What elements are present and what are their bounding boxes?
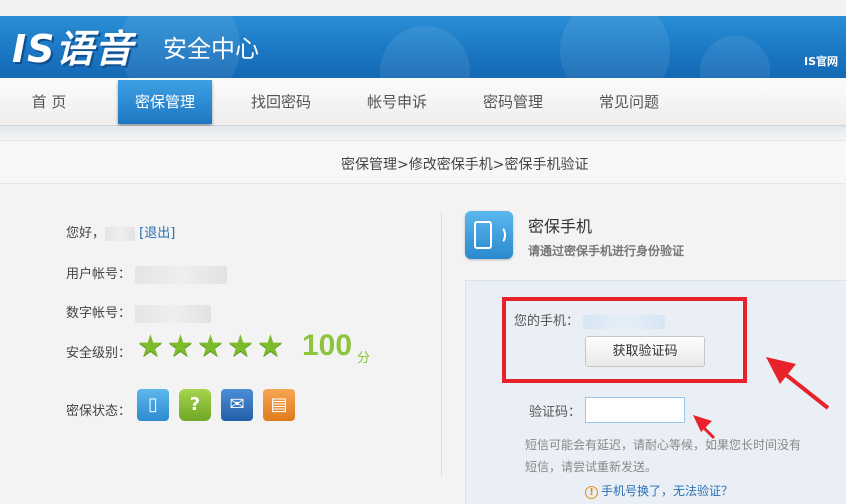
phone-icon[interactable]: ▯ bbox=[137, 389, 169, 421]
star-icon: ★ bbox=[137, 329, 164, 364]
main-nav: 首 页 密保管理 找回密码 帐号申诉 密码管理 常见问题 bbox=[0, 78, 846, 126]
question-icon[interactable]: ? bbox=[179, 389, 211, 421]
highlight-box bbox=[502, 297, 747, 383]
code-input[interactable] bbox=[585, 397, 685, 423]
warning-icon: ! bbox=[585, 486, 598, 499]
account-info-panel: 您好， [退出] 用户帐号： 数字帐号： 安全级别： ★ ★ ★ ★ ★ 100… bbox=[0, 185, 440, 504]
hint-line-1: 短信可能会有延迟，请耐心等候，如果您长时间没有 bbox=[525, 438, 802, 452]
greeting-row: 您好， [退出] bbox=[66, 222, 175, 241]
hint-line-2: 短信，请尝试重新发送。 bbox=[525, 460, 658, 474]
security-score-unit: 分 bbox=[357, 351, 371, 366]
top-strip bbox=[0, 0, 846, 16]
nav-home[interactable]: 首 页 bbox=[0, 78, 98, 126]
mobile-phone-icon bbox=[465, 211, 513, 259]
username-blurred bbox=[105, 226, 136, 241]
header-decoration bbox=[700, 36, 770, 78]
nav-account-appeal[interactable]: 帐号申诉 bbox=[350, 78, 444, 126]
star-icon: ★ bbox=[197, 329, 224, 364]
numeric-account-row: 数字帐号： bbox=[66, 302, 212, 323]
logo[interactable]: IS语音 bbox=[12, 18, 134, 73]
numeric-account-label: 数字帐号： bbox=[66, 306, 132, 321]
header: IS语音 安全中心 IS官网 bbox=[0, 16, 846, 78]
official-site-link[interactable]: IS官网 bbox=[804, 53, 838, 69]
star-icon: ★ bbox=[167, 329, 194, 364]
star-icon: ★ bbox=[257, 329, 284, 364]
mobile-title: 密保手机 bbox=[528, 217, 593, 236]
mail-icon[interactable]: ✉ bbox=[221, 389, 253, 421]
nav-password-management[interactable]: 密码管理 bbox=[466, 78, 560, 126]
breadcrumb-bar: 密保管理>修改密保手机>密保手机验证 bbox=[0, 140, 846, 184]
phone-changed-link[interactable]: 手机号换了，无法验证？ bbox=[601, 484, 733, 498]
protection-status-icons: ▯ ? ✉ ▤ bbox=[137, 389, 295, 421]
site-name: 安全中心 bbox=[163, 35, 259, 63]
nav-faq[interactable]: 常见问题 bbox=[582, 78, 676, 126]
numeric-account-blurred bbox=[135, 304, 212, 323]
greeting-text: 您好， bbox=[66, 226, 106, 241]
header-decoration bbox=[560, 16, 670, 78]
security-score: 100 bbox=[302, 329, 353, 362]
header-decoration bbox=[380, 26, 470, 78]
nav-shadow bbox=[0, 126, 846, 138]
code-label: 验证码： bbox=[529, 405, 582, 420]
mobile-subtitle: 请通过密保手机进行身份验证 bbox=[528, 244, 685, 258]
security-stars: ★ ★ ★ ★ ★ bbox=[137, 329, 285, 364]
logout-link[interactable]: [退出] bbox=[139, 226, 175, 241]
user-account-row: 用户帐号： bbox=[66, 263, 228, 284]
user-account-blurred bbox=[135, 265, 228, 284]
nav-recover-password[interactable]: 找回密码 bbox=[234, 78, 328, 126]
security-level-label: 安全级别： bbox=[66, 346, 132, 361]
breadcrumb: 密保管理>修改密保手机>密保手机验证 bbox=[341, 157, 589, 173]
card-icon[interactable]: ▤ bbox=[263, 389, 295, 421]
protection-status-label: 密保状态： bbox=[66, 404, 132, 419]
phone-changed-row: ! 手机号换了，无法验证？ bbox=[585, 482, 733, 499]
divider bbox=[441, 212, 442, 477]
nav-security-management[interactable]: 密保管理 bbox=[118, 80, 212, 124]
user-account-label: 用户帐号： bbox=[66, 267, 132, 282]
star-icon: ★ bbox=[227, 329, 254, 364]
